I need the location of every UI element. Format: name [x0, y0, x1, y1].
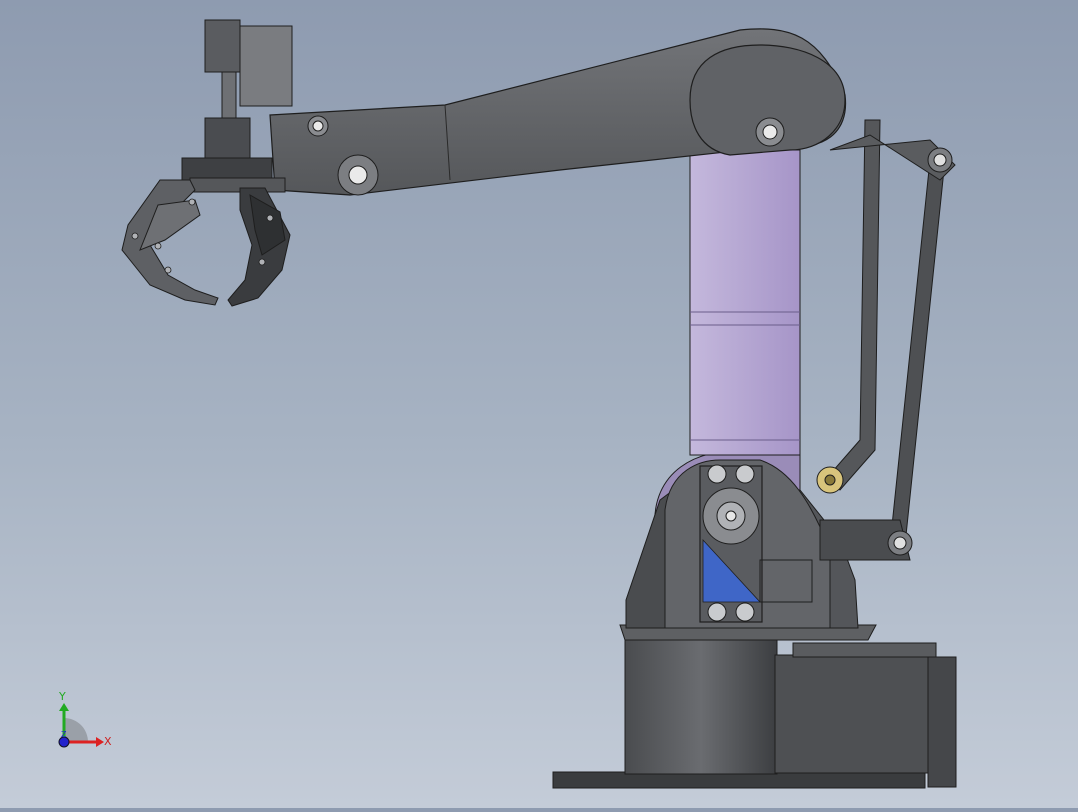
elbow-pin-cap	[762, 124, 778, 140]
base-step	[792, 642, 937, 658]
column-body	[689, 149, 801, 456]
brass-bolt-hole	[824, 474, 836, 486]
base-side-cap	[927, 656, 957, 788]
parallel-link-rods[interactable]	[816, 119, 956, 561]
triad-x-arrow	[96, 737, 104, 747]
robot-base[interactable]	[552, 624, 957, 789]
gripper-mount-base	[189, 177, 286, 193]
wrist-pin-cap	[348, 165, 368, 185]
gripper[interactable]	[121, 179, 291, 307]
base-cylinder	[624, 631, 778, 775]
gripper-left-finger	[121, 179, 219, 306]
gripper-mount-plate	[181, 157, 273, 181]
pin-cap	[933, 153, 947, 167]
pin-cap	[893, 536, 907, 550]
base-side-block	[774, 654, 931, 774]
wrist-servo-horn	[204, 19, 241, 73]
orientation-triad: X Y Z	[58, 690, 112, 748]
wrist-pin-small-cap	[312, 120, 324, 132]
triad-z-label: Z	[61, 730, 67, 739]
triad-y-arrow	[59, 703, 69, 711]
wrist-collar	[204, 117, 251, 161]
wrist-shaft	[221, 71, 237, 123]
servo-gear-hub	[725, 510, 737, 522]
triad-x-label: X	[104, 735, 112, 748]
upper-arm-column[interactable]	[689, 149, 801, 456]
cad-viewport[interactable]: X Y Z	[0, 0, 1078, 808]
front-link-rod	[824, 119, 881, 491]
rear-link-rod	[889, 159, 946, 546]
cad-model-canvas[interactable]: X Y Z	[0, 0, 1078, 808]
triad-y-label: Y	[58, 690, 66, 703]
wrist-servo-body	[239, 25, 293, 107]
